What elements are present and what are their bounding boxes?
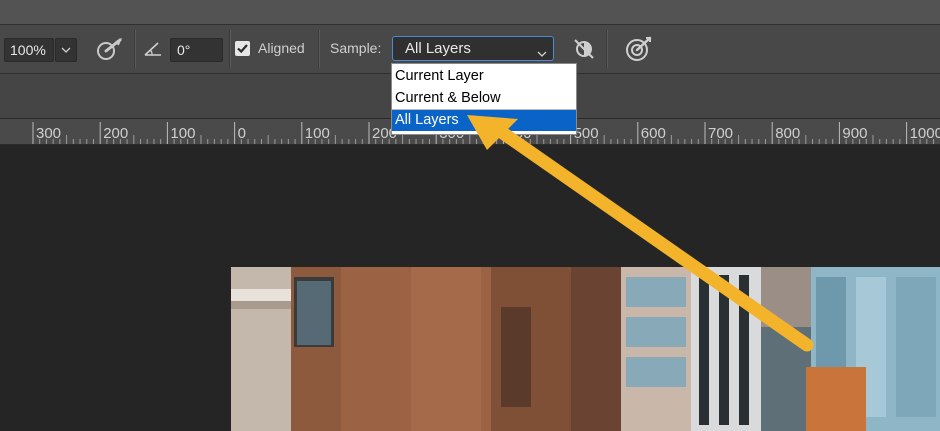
- sample-select-value: All Layers: [405, 40, 471, 57]
- zoom-dropdown-button[interactable]: [55, 38, 77, 62]
- brush-pressure-icon[interactable]: [92, 36, 124, 69]
- angle-input[interactable]: 0°: [170, 38, 223, 62]
- healing-target-icon[interactable]: [624, 35, 654, 68]
- canvas-image: [231, 267, 940, 431]
- sample-dropdown-list: Current Layer Current & Below All Layers: [391, 63, 577, 135]
- sample-select[interactable]: All Layers: [392, 36, 554, 61]
- dropdown-option-current-layer[interactable]: Current Layer: [392, 66, 576, 87]
- toolbar-separator: [606, 30, 608, 68]
- ignore-adjustment-layers-icon[interactable]: [572, 37, 596, 66]
- dropdown-option-all-layers[interactable]: All Layers: [392, 110, 576, 131]
- dropdown-option-current-and-below[interactable]: Current & Below: [392, 88, 576, 109]
- toolbar-separator: [318, 30, 320, 68]
- checkmark-icon: [237, 44, 248, 54]
- toolbar-separator: [134, 30, 136, 68]
- toolbar-separator: [229, 30, 231, 68]
- aligned-checkbox[interactable]: [235, 41, 250, 56]
- sample-label: Sample:: [330, 40, 382, 56]
- aligned-label: Aligned: [258, 40, 305, 56]
- app-top-bar: [0, 0, 940, 25]
- ruler-label: 1000: [910, 125, 940, 142]
- building-photo: [231, 267, 940, 431]
- chevron-down-icon: [61, 47, 71, 53]
- angle-icon: [143, 40, 163, 63]
- zoom-input[interactable]: 100%: [4, 38, 54, 62]
